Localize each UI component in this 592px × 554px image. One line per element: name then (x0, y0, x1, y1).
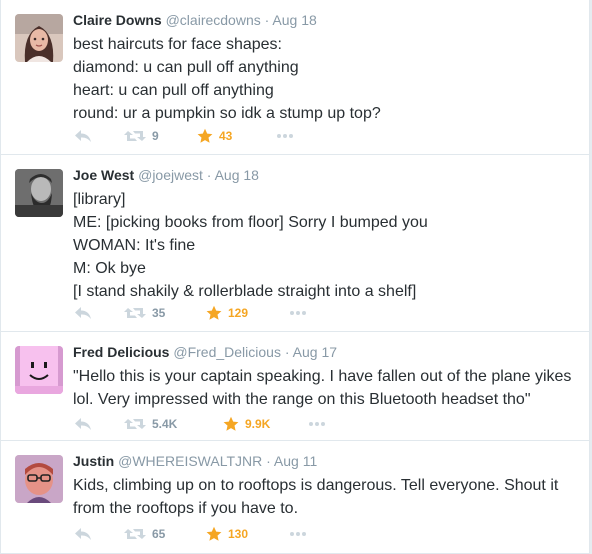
tweet-header: Justin @WHEREISWALTJNR · Aug 11 (73, 452, 579, 470)
tweet[interactable]: Claire Downs @clairecdowns · Aug 18 best… (1, 0, 589, 155)
tweet-text-line: [library] (73, 191, 126, 208)
tweet-text: Kids, climbing up on to rooftops is dang… (73, 474, 579, 520)
avatar[interactable] (15, 455, 63, 503)
avatar[interactable] (15, 169, 63, 217)
retweet-icon (124, 131, 146, 141)
retweet-count: 5.4K (152, 417, 178, 431)
tweet-text: "Hello this is your captain speaking. I … (73, 365, 579, 411)
display-name[interactable]: Fred Delicious (73, 344, 169, 360)
retweet-button[interactable]: 5.4K (124, 415, 177, 433)
favorite-count: 9.9K (245, 417, 271, 431)
tweet-text-line: ME: [picking books from floor] Sorry I b… (73, 214, 428, 231)
tweet[interactable]: Fred Delicious @Fred_Delicious · Aug 17 … (1, 332, 589, 441)
separator-dot: · (264, 12, 270, 28)
tweet-text-line: diamond: u can pull off anything (73, 59, 299, 76)
retweet-button[interactable]: 65 (124, 525, 165, 543)
tweet-text-line: M: Ok bye (73, 260, 146, 277)
reply-icon (75, 307, 91, 319)
reply-icon (75, 528, 91, 540)
tweet-text-line: [I stand shakily & rollerblade straight … (73, 283, 417, 300)
username[interactable]: @clairecdowns (166, 12, 261, 28)
tweet[interactable]: Joe West @joejwest · Aug 18 [library] ME… (1, 155, 589, 332)
username[interactable]: @joejwest (138, 167, 203, 183)
more-icon (290, 311, 306, 315)
tweet-header: Fred Delicious @Fred_Delicious · Aug 17 (73, 343, 579, 361)
favorite-button[interactable]: 129 (206, 304, 248, 322)
reply-icon (75, 130, 91, 142)
favorite-count: 130 (228, 527, 249, 541)
reply-button[interactable] (74, 304, 92, 322)
more-button[interactable] (289, 304, 307, 322)
tweet-text-line: lol. Very impressed with the range on th… (73, 391, 531, 408)
tweet-header: Claire Downs @clairecdowns · Aug 18 (73, 11, 579, 29)
separator-dot: · (284, 344, 290, 360)
retweet-button[interactable]: 35 (124, 304, 165, 322)
tweet-text: [library] ME: [picking books from floor]… (73, 188, 579, 303)
retweet-count: 35 (152, 306, 166, 320)
tweet-timeline: Claire Downs @clairecdowns · Aug 18 best… (0, 0, 590, 554)
more-button[interactable] (276, 127, 294, 145)
avatar[interactable] (15, 346, 63, 394)
star-icon (197, 128, 213, 143)
tweet[interactable]: Justin @WHEREISWALTJNR · Aug 11 Kids, cl… (1, 441, 589, 554)
more-button[interactable] (289, 525, 307, 543)
retweet-count: 65 (152, 527, 166, 541)
retweet-icon (124, 419, 146, 429)
star-icon (206, 526, 222, 541)
tweet-header: Joe West @joejwest · Aug 18 (73, 166, 579, 184)
tweet-text-line: best haircuts for face shapes: (73, 36, 282, 53)
reply-button[interactable] (74, 525, 92, 543)
tweet-text-line: Kids, climbing up on to rooftops is dang… (73, 477, 559, 494)
tweet-text: best haircuts for face shapes: diamond: … (73, 33, 579, 125)
tweet-text-line: round: ur a pumpkin so idk a stump up to… (73, 105, 381, 122)
favorite-count: 43 (219, 129, 233, 143)
more-icon (309, 422, 325, 426)
timestamp[interactable]: Aug 11 (274, 453, 317, 469)
favorite-button[interactable]: 130 (206, 525, 248, 543)
username[interactable]: @Fred_Delicious (173, 344, 281, 360)
more-icon (290, 532, 306, 536)
display-name[interactable]: Claire Downs (73, 12, 162, 28)
retweet-count: 9 (152, 129, 159, 143)
tweet-text-line: "Hello this is your captain speaking. I … (73, 368, 572, 385)
retweet-icon (124, 529, 146, 539)
reply-icon (75, 418, 91, 430)
separator-dot: · (266, 453, 271, 469)
star-icon (206, 305, 222, 320)
timestamp[interactable]: Aug 17 (293, 344, 337, 360)
reply-button[interactable] (74, 415, 92, 433)
retweet-button[interactable]: 9 (124, 127, 159, 145)
display-name[interactable]: Joe West (73, 167, 134, 183)
tweet-text-line: WOMAN: It's fine (73, 237, 196, 254)
timestamp[interactable]: Aug 18 (215, 167, 259, 183)
favorite-button[interactable]: 43 (197, 127, 232, 145)
favorite-count: 129 (228, 306, 249, 320)
reply-button[interactable] (74, 127, 92, 145)
timestamp[interactable]: Aug 18 (272, 12, 316, 28)
tweet-text-line: heart: u can pull off anything (73, 82, 274, 99)
more-button[interactable] (308, 415, 326, 433)
display-name[interactable]: Justin (73, 453, 114, 469)
more-icon (277, 134, 293, 138)
avatar[interactable] (15, 14, 63, 62)
star-icon (223, 416, 239, 431)
separator-dot: · (206, 167, 212, 183)
retweet-icon (124, 308, 146, 318)
favorite-button[interactable]: 9.9K (223, 415, 270, 433)
tweet-text-line: from the rooftops if you have to. (73, 500, 299, 517)
username[interactable]: @WHEREISWALTJNR (118, 453, 262, 469)
